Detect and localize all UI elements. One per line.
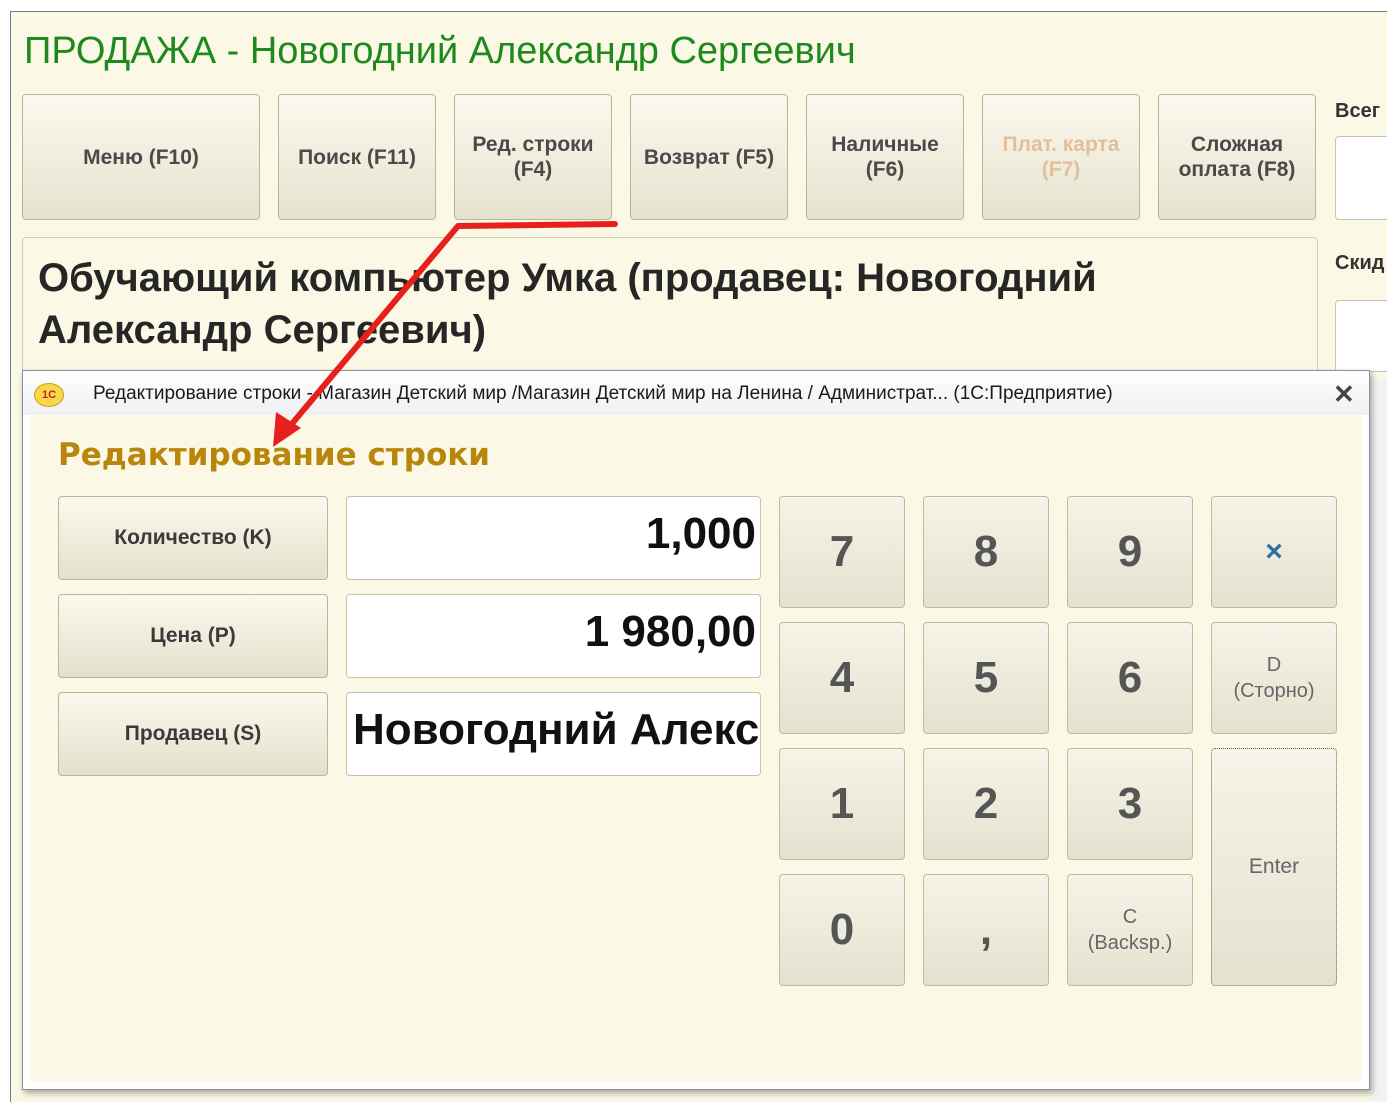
discount-label: Скид: [1335, 252, 1385, 274]
seller-field[interactable]: Новогодний Александр Сергеевич: [346, 692, 761, 776]
total-label: Всег: [1335, 100, 1381, 122]
1c-logo-icon: 1С: [34, 383, 64, 407]
cash-button[interactable]: Наличные (F6): [806, 94, 964, 220]
seller-button[interactable]: Продавец (S): [58, 692, 328, 776]
return-button[interactable]: Возврат (F5): [630, 94, 788, 220]
background-list-edge: [1370, 380, 1387, 1101]
key-7[interactable]: 7: [779, 496, 905, 608]
discount-field: [1335, 300, 1387, 372]
key-1[interactable]: 1: [779, 748, 905, 860]
multiply-key[interactable]: ×: [1211, 496, 1337, 608]
comma-key[interactable]: ,: [923, 874, 1049, 986]
key-3[interactable]: 3: [1067, 748, 1193, 860]
edit-row-dialog: 1С Редактирование строки - Магазин Детск…: [22, 370, 1370, 1090]
key-0[interactable]: 0: [779, 874, 905, 986]
key-5[interactable]: 5: [923, 622, 1049, 734]
dialog-titlebar: 1С Редактирование строки - Магазин Детск…: [23, 371, 1369, 415]
close-icon[interactable]: ✕: [1333, 379, 1355, 410]
dialog-heading: Редактирование строки: [58, 437, 491, 473]
product-name: Обучающий компьютер Умка (продавец: Ново…: [38, 256, 1097, 352]
menu-button[interactable]: Меню (F10): [22, 94, 260, 220]
key-9[interactable]: 9: [1067, 496, 1193, 608]
quantity-field[interactable]: 1,000: [346, 496, 761, 580]
key-2[interactable]: 2: [923, 748, 1049, 860]
storno-key[interactable]: D (Сторно): [1211, 622, 1337, 734]
backspace-key[interactable]: C (Backsp.): [1067, 874, 1193, 986]
key-6[interactable]: 6: [1067, 622, 1193, 734]
key-4[interactable]: 4: [779, 622, 905, 734]
quantity-button[interactable]: Количество (K): [58, 496, 328, 580]
enter-key[interactable]: Enter: [1211, 748, 1337, 986]
dialog-window-title: Редактирование строки - Магазин Детский …: [93, 383, 1113, 404]
complex-payment-button[interactable]: Сложная оплата (F8): [1158, 94, 1316, 220]
price-button[interactable]: Цена (P): [58, 594, 328, 678]
edit-row-button[interactable]: Ред. строки (F4): [454, 94, 612, 220]
key-8[interactable]: 8: [923, 496, 1049, 608]
price-field[interactable]: 1 980,00: [346, 594, 761, 678]
dialog-body: Редактирование строки Количество (K) 1,0…: [30, 415, 1362, 1082]
card-payment-button[interactable]: Плат. карта (F7): [982, 94, 1140, 220]
page-title: ПРОДАЖА - Новогодний Александр Сергеевич: [24, 30, 856, 72]
total-field: [1335, 136, 1387, 220]
search-button[interactable]: Поиск (F11): [278, 94, 436, 220]
